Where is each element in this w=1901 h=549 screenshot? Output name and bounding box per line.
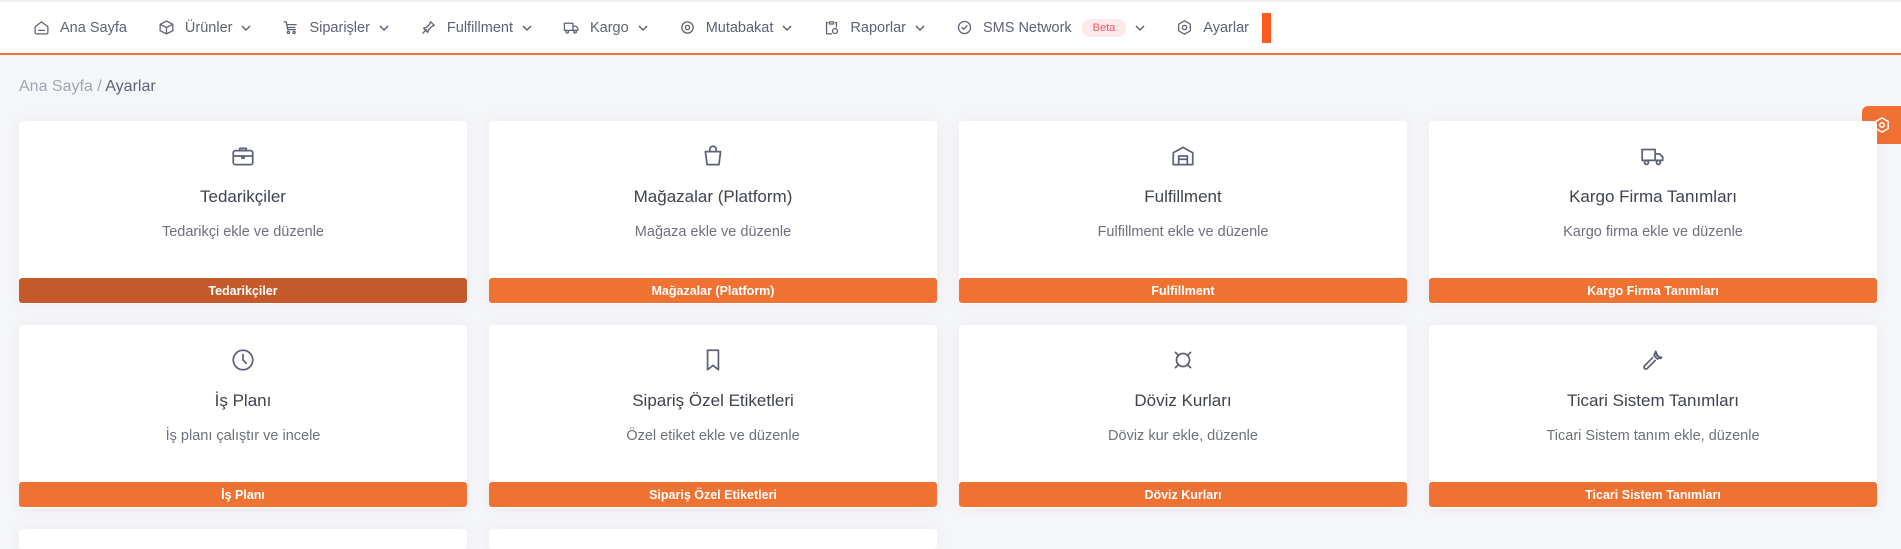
chevron-down-icon <box>782 23 792 33</box>
card-is-plani: İş Planı İş planı çalıştır ve incele İş … <box>19 325 467 508</box>
card-description: Kargo firma ekle ve düzenle <box>1563 224 1743 240</box>
card-description: Fulfillment ekle ve düzenle <box>1097 224 1269 240</box>
breadcrumb-home[interactable]: Ana Sayfa <box>19 78 93 95</box>
nav-item-raporlar[interactable]: Raporlar <box>823 19 925 36</box>
clock-icon <box>232 349 254 371</box>
card-title: Mağazalar (Platform) <box>633 187 793 206</box>
chevron-down-icon <box>638 23 648 33</box>
nav-label: Ürünler <box>184 19 233 36</box>
nav-item-mutabakat[interactable]: Mutabakat <box>679 19 793 36</box>
ticari-sistem-button[interactable]: Ticari Sistem Tanımları <box>1429 482 1877 507</box>
shopping-bag-icon <box>704 145 722 166</box>
nav-label: Ana Sayfa <box>60 19 127 36</box>
chevron-down-icon <box>241 23 251 33</box>
nav-label: Ayarlar <box>1203 19 1249 36</box>
chevron-down-icon <box>915 23 925 33</box>
card-doviz-kurlari: Döviz Kurları Döviz kur ekle, düzenle Dö… <box>959 325 1407 508</box>
card-title: Tedarikçiler <box>200 187 286 206</box>
card-description: Özel etiket ekle ve düzenle <box>626 428 800 444</box>
card-title: Döviz Kurları <box>1134 391 1232 410</box>
fulfillment-button[interactable]: Fulfillment <box>959 278 1407 303</box>
card-ticari-sistem: Ticari Sistem Tanımları Ticari Sistem ta… <box>1429 325 1877 508</box>
tedarikciler-button[interactable]: Tedarikçiler <box>19 278 467 303</box>
beta-badge: Beta <box>1081 18 1127 37</box>
siparis-etiketleri-button[interactable]: Sipariş Özel Etiketleri <box>489 482 937 507</box>
doviz-kurlari-button[interactable]: Döviz Kurları <box>959 482 1407 507</box>
nav-label: SMS Network <box>983 19 1072 36</box>
card-tedarikciler: Tedarikçiler Tedarikçi ekle ve düzenle T… <box>19 121 467 304</box>
card-partial <box>19 529 467 549</box>
target-icon <box>679 19 696 36</box>
magazalar-button[interactable]: Mağazalar (Platform) <box>489 278 937 303</box>
kargo-firma-button[interactable]: Kargo Firma Tanımları <box>1429 278 1877 303</box>
nav-label: Siparişler <box>309 19 370 36</box>
nav-label: Mutabakat <box>705 19 774 36</box>
truck-icon <box>1641 148 1664 166</box>
home-icon <box>33 19 50 36</box>
chevron-down-icon <box>1135 23 1145 33</box>
card-fulfillment: Fulfillment Fulfillment ekle ve düzenle … <box>959 121 1407 304</box>
breadcrumb: Ana Sayfa / Ayarlar <box>19 78 156 96</box>
active-indicator <box>1261 12 1271 43</box>
card-title: Ticari Sistem Tanımları <box>1567 391 1739 410</box>
currency-icon <box>1174 351 1192 369</box>
report-icon <box>823 19 840 36</box>
card-magazalar: Mağazalar (Platform) Mağaza ekle ve düze… <box>489 121 937 304</box>
box-icon <box>158 19 175 36</box>
orders-icon <box>282 19 299 36</box>
card-title: Kargo Firma Tanımları <box>1569 187 1737 206</box>
card-title: Fulfillment <box>1144 187 1222 206</box>
breadcrumb-current: Ayarlar <box>105 78 156 95</box>
card-description: Döviz kur ekle, düzenle <box>1108 428 1258 444</box>
settings-icon <box>1176 19 1193 36</box>
breadcrumb-separator: / <box>92 78 106 95</box>
truck-icon <box>563 19 580 36</box>
nav-item-sms-network[interactable]: SMS Network Beta <box>956 18 1145 37</box>
briefcase-icon <box>232 147 254 166</box>
nav-label: Kargo <box>589 19 629 36</box>
card-siparis-etiketleri: Sipariş Özel Etiketleri Özel etiket ekle… <box>489 325 937 508</box>
nav-item-siparisler[interactable]: Siparişler <box>282 19 389 36</box>
card-description: İş planı çalıştır ve incele <box>165 428 321 444</box>
card-description: Ticari Sistem tanım ekle, düzenle <box>1546 428 1760 444</box>
nav-item-fulfillment[interactable]: Fulfillment <box>420 19 532 36</box>
nav-item-ana-sayfa[interactable]: Ana Sayfa <box>33 19 127 36</box>
chevron-down-icon <box>379 23 389 33</box>
wrench-icon <box>1643 350 1663 370</box>
pin-icon <box>420 19 437 36</box>
check-circle-icon <box>956 19 973 36</box>
card-description: Tedarikçi ekle ve düzenle <box>161 224 324 240</box>
nav-item-ayarlar[interactable]: Ayarlar <box>1176 19 1249 36</box>
card-title: Sipariş Özel Etiketleri <box>632 391 794 410</box>
card-kargo-firma: Kargo Firma Tanımları Kargo firma ekle v… <box>1429 121 1877 304</box>
top-navigation: Ana Sayfa Ürünler Siparişler Fulfillment… <box>0 0 1901 55</box>
nav-label: Fulfillment <box>446 19 513 36</box>
bookmark-icon <box>706 349 720 371</box>
warehouse-icon <box>1172 146 1194 166</box>
card-partial <box>489 529 937 549</box>
card-title: İş Planı <box>214 391 272 410</box>
chevron-down-icon <box>522 23 532 33</box>
nav-item-kargo[interactable]: Kargo <box>563 19 648 36</box>
nav-item-urunler[interactable]: Ürünler <box>158 19 252 36</box>
nav-label: Raporlar <box>850 19 907 36</box>
is-plani-button[interactable]: İş Planı <box>19 482 467 507</box>
card-description: Mağaza ekle ve düzenle <box>634 224 792 240</box>
